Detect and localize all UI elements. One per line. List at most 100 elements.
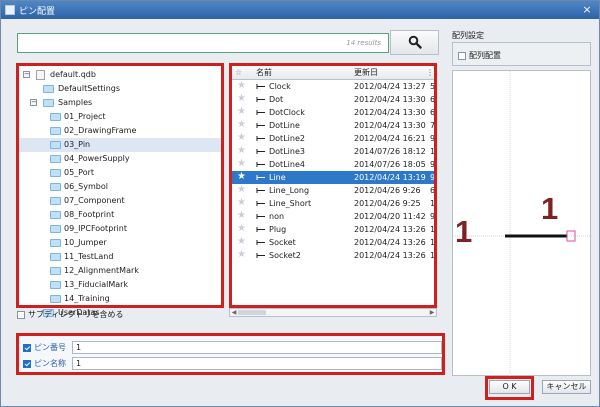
close-button[interactable]: × — [579, 3, 595, 16]
extra-value: 9 — [430, 160, 436, 169]
database-icon — [36, 70, 45, 80]
favorite-star-icon[interactable]: ★ — [237, 223, 247, 235]
pin-icon — [256, 97, 265, 102]
extra-value: 5 — [430, 82, 436, 91]
date-column-header[interactable]: 更新日 — [354, 67, 424, 79]
search-button[interactable] — [390, 30, 439, 55]
tree-item-07-component[interactable]: 07_Component — [19, 194, 221, 208]
pin-number-label[interactable]: ピン番号 — [23, 342, 66, 353]
tree-item-03-pin[interactable]: 03_Pin — [19, 138, 221, 152]
pin-name-label[interactable]: ピン名称 — [23, 358, 66, 369]
tree-item-04-powersupply[interactable]: 04_PowerSupply — [19, 152, 221, 166]
favorite-star-icon[interactable]: ★ — [237, 236, 247, 248]
name-column-header[interactable]: 名前 — [256, 67, 346, 79]
folder-icon — [50, 127, 61, 135]
pin-name-checkbox[interactable] — [23, 359, 31, 368]
tree-item-02-drawingframe[interactable]: 02_DrawingFrame — [19, 124, 221, 138]
folder-icon — [50, 267, 61, 275]
favorite-star-icon[interactable]: ★ — [237, 80, 247, 92]
tree-item-05-port[interactable]: 05_Port — [19, 166, 221, 180]
pin-icon — [256, 162, 265, 167]
favorite-star-icon[interactable]: ★ — [237, 171, 247, 183]
tree-item-13-fiducialmark[interactable]: 13_FiducialMark — [19, 278, 221, 292]
tree-item-14-training[interactable]: 14_Training — [19, 292, 221, 306]
search-field[interactable]: 14 results — [17, 33, 389, 53]
favorite-star-icon[interactable]: ★ — [237, 184, 247, 196]
folder-icon — [50, 253, 61, 261]
list-row[interactable]: ★ Line_Long 2012/04/26 9:26 6 — [232, 184, 434, 197]
list-horizontal-scrollbar[interactable]: ◀ ▶ — [229, 308, 437, 317]
list-row[interactable]: ★ DotLine2 2012/04/24 16:21 9 — [232, 132, 434, 145]
list-row[interactable]: ★ DotLine3 2014/07/26 18:12 1 — [232, 145, 434, 158]
cancel-button[interactable]: キャンセル — [542, 380, 591, 394]
favorite-star-icon[interactable]: ★ — [237, 106, 247, 118]
list-row[interactable]: ★ Socket2 2012/04/24 13:26 1 — [232, 249, 434, 262]
folder-icon — [50, 183, 61, 191]
pin-name: Socket — [269, 238, 296, 247]
scroll-right-icon[interactable]: ▶ — [428, 309, 436, 316]
favorite-column-header[interactable]: ☆ — [235, 67, 247, 79]
pin-name-field[interactable]: 1 — [72, 357, 442, 370]
scrollbar-thumb[interactable] — [238, 310, 266, 315]
extra-value: 1 — [430, 251, 436, 260]
pin-list[interactable]: ☆ 名前 更新日 ⋮ ★ Clock 2012/04/24 13:27 5 ★ Dot 2… — [229, 63, 437, 308]
modified-date: 2012/04/26 9:25 — [354, 199, 421, 208]
list-row-selected[interactable]: ★ Line 2012/04/24 13:19 9 — [232, 171, 434, 184]
modified-date: 2012/04/24 13:30 — [354, 108, 426, 117]
extra-value: 9 — [430, 173, 436, 182]
pin-number-checkbox[interactable] — [23, 343, 31, 352]
tree-item-samples[interactable]: − Samples — [19, 96, 221, 110]
pin-name: Dot — [269, 95, 284, 104]
folder-icon — [50, 197, 61, 205]
scroll-left-icon[interactable]: ◀ — [230, 309, 238, 316]
favorite-star-icon[interactable]: ★ — [237, 158, 247, 170]
list-row[interactable]: ★ non 2012/04/20 11:42 9 — [232, 210, 434, 223]
favorite-star-icon[interactable]: ★ — [237, 145, 247, 157]
list-row[interactable]: ★ Socket 2012/04/24 13:26 1 — [232, 236, 434, 249]
pin-icon — [256, 136, 265, 141]
list-row[interactable]: ★ Dot 2012/04/24 13:30 6 — [232, 93, 434, 106]
extra-value: 1 — [430, 238, 436, 247]
tree-item-default-qdb[interactable]: − default.qdb — [19, 68, 221, 82]
include-subdirectories-checkbox[interactable] — [17, 310, 25, 319]
array-placement-checkbox[interactable] — [458, 51, 466, 60]
modified-date: 2012/04/24 13:30 — [354, 121, 426, 130]
pin-name: DotLine3 — [269, 147, 305, 156]
collapse-icon[interactable]: − — [30, 99, 37, 106]
tree-item-09-ipcfootprint[interactable]: 09_IPCFootprint — [19, 222, 221, 236]
include-subdirectories-option[interactable]: サブディレクトリを含める — [17, 309, 207, 319]
list-row[interactable]: ★ DotLine 2012/04/24 13:30 7 — [232, 119, 434, 132]
list-row[interactable]: ★ DotLine4 2014/07/26 18:05 9 — [232, 158, 434, 171]
list-row[interactable]: ★ Clock 2012/04/24 13:27 5 — [232, 80, 434, 93]
list-row[interactable]: ★ Line_Short 2012/04/26 9:25 1 — [232, 197, 434, 210]
favorite-star-icon[interactable]: ★ — [237, 93, 247, 105]
column-options-icon[interactable]: ⋮ — [426, 67, 434, 79]
favorite-star-icon[interactable]: ★ — [237, 210, 247, 222]
pin-number-field[interactable]: 1 — [72, 341, 442, 354]
search-input[interactable] — [18, 34, 298, 52]
array-placement-option[interactable]: 配列配置 — [458, 50, 501, 61]
pin-icon — [256, 110, 265, 115]
tree-item-06-symbol[interactable]: 06_Symbol — [19, 180, 221, 194]
list-row[interactable]: ★ DotClock 2012/04/24 13:30 6 — [232, 106, 434, 119]
pin-icon — [256, 214, 265, 219]
favorite-star-icon[interactable]: ★ — [237, 132, 247, 144]
favorite-star-icon[interactable]: ★ — [237, 197, 247, 209]
tree-item-10-jumper[interactable]: 10_Jumper — [19, 236, 221, 250]
pin-icon — [256, 149, 265, 154]
tree-item-12-alignmentmark[interactable]: 12_AlignmentMark — [19, 264, 221, 278]
modified-date: 2012/04/24 13:26 — [354, 225, 426, 234]
tree-item-11-testland[interactable]: 11_TestLand — [19, 250, 221, 264]
folder-icon — [50, 281, 61, 289]
favorite-star-icon[interactable]: ★ — [237, 119, 247, 131]
favorite-star-icon[interactable]: ★ — [237, 249, 247, 261]
tree-item-defaultsettings[interactable]: DefaultSettings — [19, 82, 221, 96]
ok-button[interactable]: O K — [489, 380, 530, 394]
folder-tree[interactable]: − default.qdb DefaultSettings − Samples … — [16, 63, 224, 317]
pin-name: Line_Short — [269, 199, 312, 208]
modified-date: 2012/04/20 11:42 — [354, 212, 426, 221]
tree-item-01-project[interactable]: 01_Project — [19, 110, 221, 124]
list-row[interactable]: ★ Plug 2012/04/24 13:26 1 — [232, 223, 434, 236]
collapse-icon[interactable]: − — [23, 71, 30, 78]
tree-item-08-footprint[interactable]: 08_Footprint — [19, 208, 221, 222]
